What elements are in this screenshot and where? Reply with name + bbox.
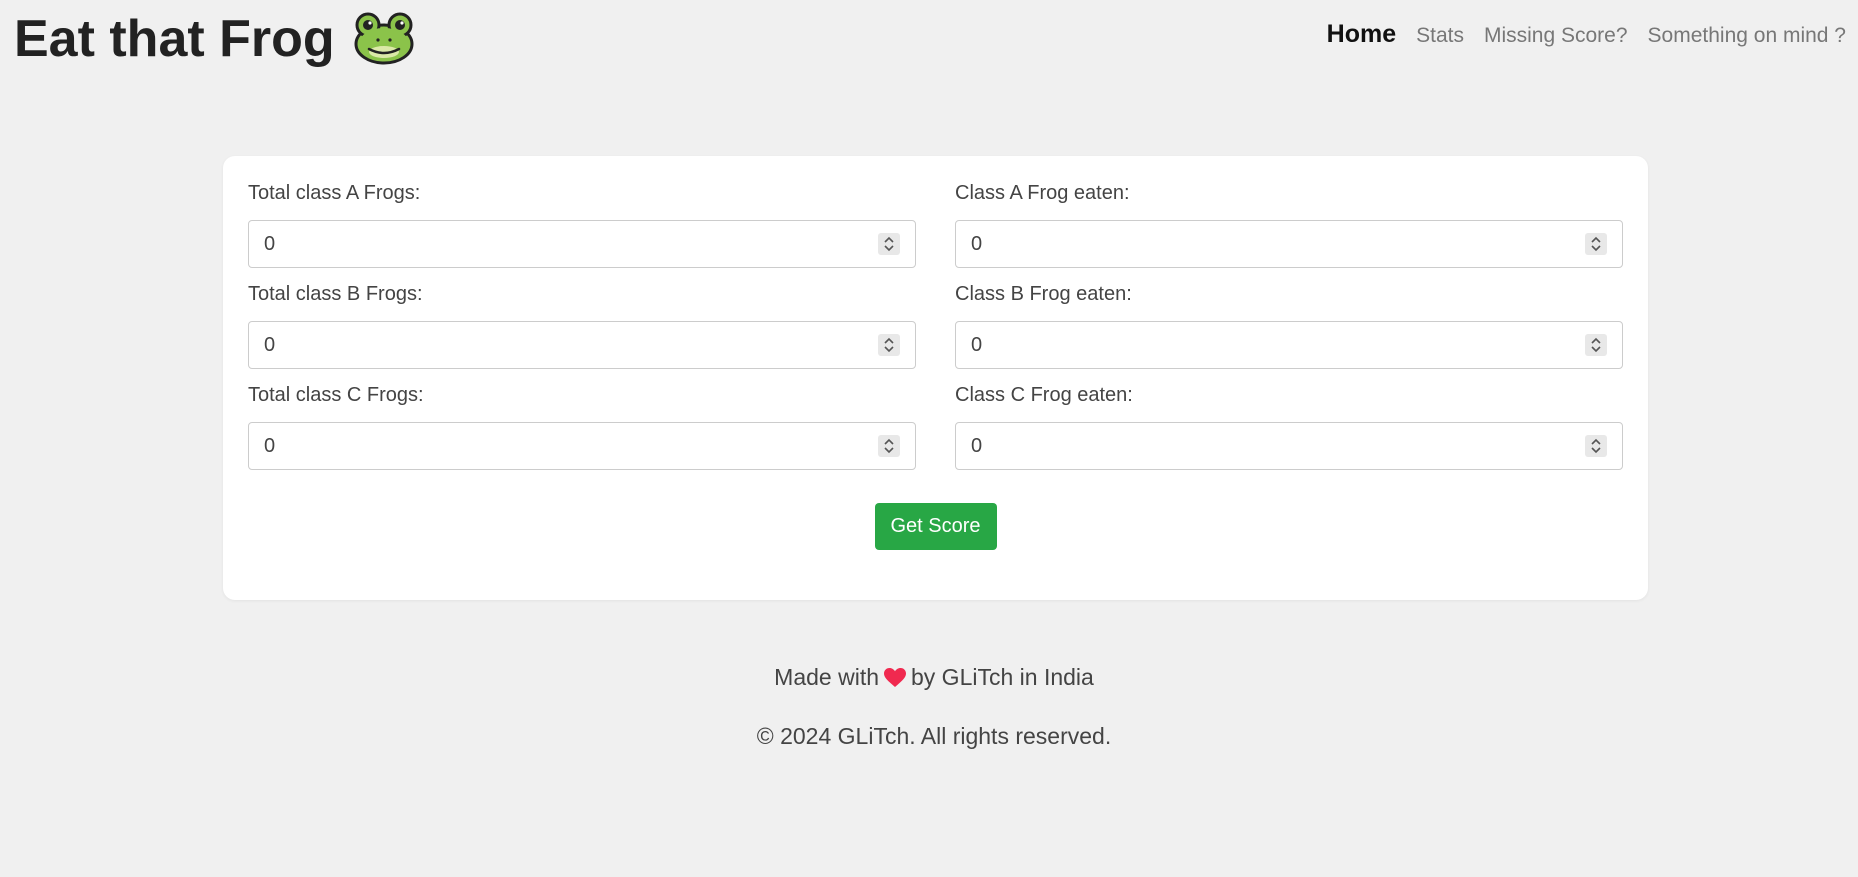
class-b-eaten-input-box <box>955 321 1623 369</box>
total-class-b-label: Total class B Frogs: <box>248 283 423 305</box>
nav-missing-score[interactable]: Missing Score? <box>1484 24 1628 48</box>
spinner-arrows-icon <box>884 438 894 454</box>
class-a-eaten-field: Class A Frog eaten: <box>955 180 1623 268</box>
header: Eat that Frog Home Stats Missing Score? … <box>0 0 1858 80</box>
brand[interactable]: Eat that Frog <box>14 9 415 69</box>
total-class-a-field: Total class A Frogs: <box>248 180 916 268</box>
footer-made-suffix: by GLiTch in India <box>911 664 1094 690</box>
total-class-c-spinner[interactable] <box>878 435 900 457</box>
get-score-button[interactable]: Get Score <box>874 503 997 550</box>
spinner-arrows-icon <box>1591 438 1601 454</box>
total-class-b-spinner[interactable] <box>878 334 900 356</box>
total-class-c-field: Total class C Frogs: <box>248 382 916 470</box>
class-b-eaten-field: Class B Frog eaten: <box>955 281 1623 369</box>
class-c-eaten-input[interactable] <box>956 423 1581 469</box>
nav-home[interactable]: Home <box>1327 20 1396 49</box>
spinner-arrows-icon <box>1591 236 1601 252</box>
spinner-arrows-icon <box>1591 337 1601 353</box>
class-b-eaten-label: Class B Frog eaten: <box>955 283 1132 305</box>
total-class-a-label: Total class A Frogs: <box>248 182 421 204</box>
nav-something-on-mind[interactable]: Something on mind ? <box>1648 24 1846 48</box>
class-b-eaten-spinner[interactable] <box>1585 334 1607 356</box>
submit-row: Get Score <box>223 503 1648 550</box>
class-a-eaten-input-box <box>955 220 1623 268</box>
class-a-eaten-input[interactable] <box>956 221 1581 267</box>
total-class-a-spinner[interactable] <box>878 233 900 255</box>
heart-icon <box>884 667 906 694</box>
main-nav: Home Stats Missing Score? Something on m… <box>1327 20 1846 49</box>
footer-copyright: © 2024 GLiTch. All rights reserved. <box>756 723 1112 749</box>
class-c-eaten-label: Class C Frog eaten: <box>955 384 1133 406</box>
footer-made-prefix: Made with <box>774 664 879 690</box>
score-form-card: Total class A Frogs: Class A Frog eaten: <box>223 156 1648 600</box>
spinner-arrows-icon <box>884 236 894 252</box>
nav-stats[interactable]: Stats <box>1416 24 1464 48</box>
page-title: Eat that Frog <box>14 10 335 68</box>
class-c-eaten-input-box <box>955 422 1623 470</box>
total-class-b-input-box <box>248 321 916 369</box>
class-a-eaten-label: Class A Frog eaten: <box>955 182 1130 204</box>
class-a-eaten-spinner[interactable] <box>1585 233 1607 255</box>
class-c-eaten-spinner[interactable] <box>1585 435 1607 457</box>
frog-face-icon <box>353 12 415 66</box>
class-b-eaten-input[interactable] <box>956 322 1581 368</box>
total-class-a-input[interactable] <box>249 221 874 267</box>
total-class-c-input[interactable] <box>249 423 874 469</box>
total-class-c-label: Total class C Frogs: <box>248 384 424 406</box>
total-class-c-input-box <box>248 422 916 470</box>
footer-credit: Made with by GLiTch in India <box>0 664 1858 694</box>
total-class-a-input-box <box>248 220 916 268</box>
spinner-arrows-icon <box>884 337 894 353</box>
class-c-eaten-field: Class C Frog eaten: <box>955 382 1623 470</box>
total-class-b-field: Total class B Frogs: <box>248 281 916 369</box>
total-class-b-input[interactable] <box>249 322 874 368</box>
score-form: Total class A Frogs: Class A Frog eaten: <box>248 180 1623 470</box>
